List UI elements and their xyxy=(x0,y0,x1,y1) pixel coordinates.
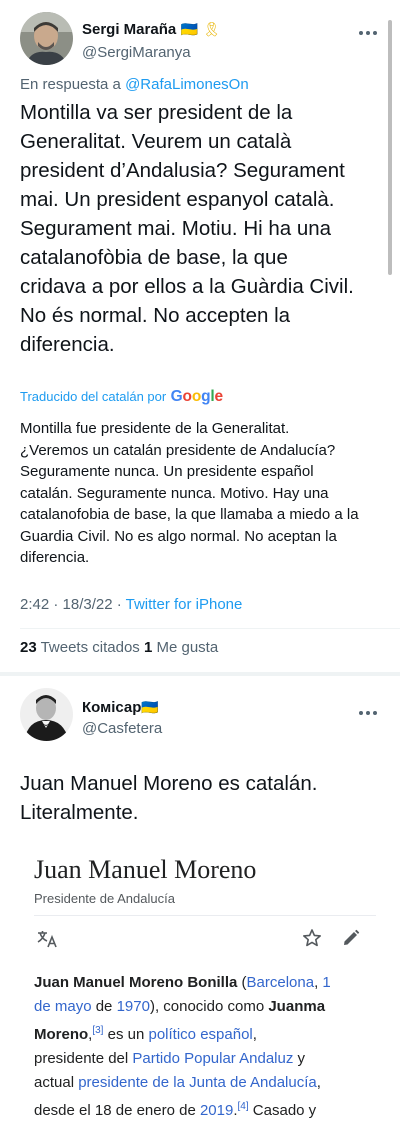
tweet-stats: 23 Tweets citados 1 Me gusta xyxy=(20,639,218,656)
tweet-text-line: Segurament mai. Motiu. Hi ha una xyxy=(20,217,332,240)
google-letter: g xyxy=(201,388,211,405)
wiki-link[interactable]: Partido Popular Andaluz xyxy=(132,1050,293,1067)
quote-label: Tweets citados xyxy=(36,639,144,656)
translation-line: catalanofobia de base, la que llamaba a … xyxy=(20,506,359,523)
wiki-text: Casado y xyxy=(248,1102,317,1119)
wiki-text: de xyxy=(91,998,117,1015)
wiki-bold-nickname: Moreno xyxy=(34,1026,89,1043)
tweet-text-line: Juan Manuel Moreno es catalán. xyxy=(20,772,318,795)
quote-count: 23 xyxy=(20,639,37,656)
translate-icon[interactable] xyxy=(36,929,58,954)
tweet-text-line: No és normal. No accepten la xyxy=(20,304,291,327)
wiki-title: Juan Manuel Moreno xyxy=(34,855,257,884)
wiki-link[interactable]: Barcelona xyxy=(247,974,315,991)
tweet-text-line: mai. Un president espanyol català. xyxy=(20,188,335,211)
wiki-text: , xyxy=(316,1074,321,1091)
tweet-text-line: cridava a por ellos a la Guàrdia Civil. xyxy=(20,275,354,298)
likes-label: Me gusta xyxy=(152,639,219,656)
wiki-paragraph: Juan Manuel Moreno Bonilla (Barcelona, 1… xyxy=(34,971,384,1123)
divider xyxy=(20,628,400,629)
tweet-timestamp[interactable]: 2:42 · 18/3/22 · xyxy=(20,596,126,613)
wiki-link[interactable]: 2019 xyxy=(200,1102,233,1119)
reply-context: En respuesta a @RafaLimonesOn xyxy=(20,76,249,93)
quote-tweets-link[interactable]: 23 Tweets citados xyxy=(20,639,144,656)
tweet-text-line: diferencia. xyxy=(20,333,115,356)
translation-line: Seguramente nunca. Un presidente español xyxy=(20,463,314,480)
translation-text: Montilla fue presidente de la Generalita… xyxy=(20,418,392,569)
wiki-link[interactable]: presidente de la Junta de Andalucía xyxy=(78,1074,317,1091)
yellow-ribbon-icon: 🎗 xyxy=(202,21,221,37)
wiki-text: , xyxy=(252,1026,257,1043)
scrollbar-thumb[interactable] xyxy=(388,20,392,275)
tweet-text-line: Generalitat. Veurem un català xyxy=(20,130,292,153)
section-separator xyxy=(0,672,400,676)
google-letter: o xyxy=(182,388,192,405)
tweet-text: Juan Manuel Moreno es catalán. Literalme… xyxy=(20,769,390,827)
translated-by[interactable]: Traducido del catalán por Google xyxy=(20,388,223,406)
tweet-text: Montilla va ser president de la Generali… xyxy=(20,98,390,359)
pencil-icon[interactable] xyxy=(342,929,360,952)
avatar-sergi[interactable] xyxy=(20,12,73,65)
star-icon[interactable] xyxy=(302,928,322,953)
tweet-source[interactable]: Twitter for iPhone xyxy=(126,596,243,613)
wiki-bold-nickname: Juanma xyxy=(268,998,326,1015)
translated-label[interactable]: Traducido del catalán por xyxy=(20,389,166,404)
wiki-line: Juan Manuel Moreno Bonilla (Barcelona, 1 xyxy=(34,971,384,995)
translation-line: Montilla fue presidente de la Generalita… xyxy=(20,420,290,437)
translation-line: diferencia. xyxy=(20,549,90,566)
tweet-meta: 2:42 · 18/3/22 · Twitter for iPhone xyxy=(20,596,242,613)
translation-line: catalán. Seguramente nunca. Motivo. Hay … xyxy=(20,484,329,502)
wiki-divider xyxy=(34,915,376,916)
google-letter: o xyxy=(191,388,202,405)
more-horizontal-icon[interactable] xyxy=(358,20,378,41)
author-name[interactable]: Sergi Maraña xyxy=(82,21,176,38)
wiki-line: presidente del Partido Popular Andaluz y xyxy=(34,1047,384,1071)
translation-line: Guardia Civil. No es algo normal. No ace… xyxy=(20,527,337,545)
more-horizontal-icon[interactable] xyxy=(358,700,378,721)
wiki-text: y xyxy=(293,1050,306,1067)
wiki-line: actual presidente de la Junta de Andaluc… xyxy=(34,1071,384,1095)
tweet-text-line: Literalmente. xyxy=(20,801,139,824)
wiki-text: ( xyxy=(237,974,247,991)
embedded-image[interactable]: Juan Manuel Moreno Presidente de Andaluc… xyxy=(20,845,390,1135)
wiki-text: actual xyxy=(34,1074,79,1091)
tweet-text-line: president d’Andalusia? Segurament xyxy=(20,159,345,182)
wiki-text: ), conocido como xyxy=(149,998,269,1015)
google-letter: G xyxy=(170,388,183,405)
wiki-link[interactable]: político español xyxy=(149,1026,253,1043)
wiki-line: desde el 18 de enero de 2019.[4] Casado … xyxy=(34,1095,384,1123)
translation-line: ¿Veremos un catalán presidente de Andalu… xyxy=(20,441,336,459)
tweet-text-line: Montilla va ser president de la xyxy=(20,101,293,124)
author-handle[interactable]: @Casfetera xyxy=(82,720,162,737)
wiki-link[interactable]: 1 xyxy=(322,974,330,991)
author-handle[interactable]: @SergiMaranya xyxy=(82,44,191,61)
avatar-casfetera[interactable] xyxy=(20,688,73,741)
wiki-subtitle: Presidente de Andalucía xyxy=(34,891,175,906)
wiki-citation[interactable]: [3] xyxy=(92,1025,103,1036)
author-name[interactable]: Комісар xyxy=(82,699,141,716)
wiki-text: presidente del xyxy=(34,1050,133,1067)
author-name-row[interactable]: Sergi Maraña 🇺🇦 🎗 xyxy=(82,21,220,39)
author-name-row[interactable]: Комісар🇺🇦 xyxy=(82,699,159,717)
wiki-text: desde el 18 de enero de xyxy=(34,1102,200,1119)
wiki-bold-name: Juan Manuel Moreno Bonilla xyxy=(34,974,238,991)
google-letter: e xyxy=(214,388,223,405)
wiki-text: es un xyxy=(103,1026,149,1043)
reply-to-link[interactable]: @RafaLimonesOn xyxy=(125,76,249,93)
wiki-citation[interactable]: [4] xyxy=(238,1101,249,1112)
wiki-link[interactable]: de mayo xyxy=(34,998,92,1015)
reply-prefix: En respuesta a xyxy=(20,76,126,93)
google-logo: Google xyxy=(171,388,223,405)
wiki-line: de mayo de 1970), conocido como Juanma xyxy=(34,995,384,1019)
wiki-link[interactable]: 1970 xyxy=(117,998,150,1015)
ukraine-flag-icon: 🇺🇦 xyxy=(180,21,199,37)
likes-link[interactable]: 1 Me gusta xyxy=(144,639,218,656)
wiki-line: Moreno,[3] es un político español, xyxy=(34,1019,384,1047)
ukraine-flag-icon: 🇺🇦 xyxy=(141,699,159,715)
tweet-text-line: catalanofòbia de base, la que xyxy=(20,246,288,269)
